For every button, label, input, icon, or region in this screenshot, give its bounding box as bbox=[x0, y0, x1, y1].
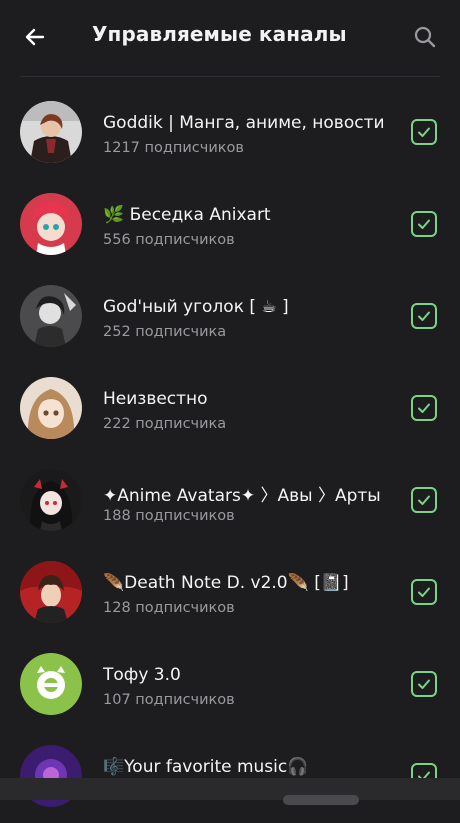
checkmark-icon bbox=[418, 679, 430, 689]
channel-avatar bbox=[20, 193, 82, 255]
channel-checkbox[interactable] bbox=[411, 579, 437, 605]
header-divider bbox=[20, 76, 440, 77]
channel-avatar bbox=[20, 377, 82, 439]
channel-row[interactable]: ✦Anime Avatars✦ 〉Авы 〉Арты 188 подписчик… bbox=[0, 455, 460, 547]
channel-list: Goddik | Манга, аниме, новости 1217 подп… bbox=[0, 87, 460, 823]
channel-row[interactable]: 🌿 Беседка Anixart 556 подписчиков bbox=[0, 179, 460, 271]
checkmark-icon bbox=[418, 495, 430, 505]
channel-avatar bbox=[20, 653, 82, 715]
channel-name: God'ный уголок [ ☕ ] bbox=[103, 297, 289, 317]
channel-avatar bbox=[20, 469, 82, 531]
subscriber-count: 107 подписчиков bbox=[103, 692, 235, 708]
channel-name: 🪶Death Note D. v2.0🪶 [📓] bbox=[103, 573, 349, 593]
channel-row[interactable]: Неизвестно 222 подписчика bbox=[0, 363, 460, 455]
subscriber-count: 252 подписчика bbox=[103, 324, 227, 340]
channel-avatar bbox=[20, 561, 82, 623]
channel-name: ✦Anime Avatars✦ 〉Авы 〉Арты bbox=[103, 486, 381, 506]
subscriber-count: 1217 подписчиков bbox=[103, 140, 244, 156]
search-button[interactable] bbox=[408, 20, 442, 54]
channel-checkbox[interactable] bbox=[411, 303, 437, 329]
bottom-sheet-edge bbox=[0, 778, 460, 800]
page-title: Управляемые каналы bbox=[92, 22, 347, 46]
checkmark-icon bbox=[418, 403, 430, 413]
channel-checkbox[interactable] bbox=[411, 211, 437, 237]
back-button[interactable] bbox=[18, 20, 52, 54]
arrow-left-icon bbox=[25, 28, 45, 46]
checkmark-icon bbox=[418, 311, 430, 321]
subscriber-count: 188 подписчиков bbox=[103, 508, 235, 524]
channel-row[interactable]: Тофу 3.0 107 подписчиков bbox=[0, 639, 460, 731]
channel-checkbox[interactable] bbox=[411, 671, 437, 697]
channel-avatar bbox=[20, 101, 82, 163]
channel-row[interactable]: 🎼Your favorite music🎧 bbox=[0, 731, 460, 823]
channel-row[interactable]: 🪶Death Note D. v2.0🪶 [📓] 128 подписчиков bbox=[0, 547, 460, 639]
channel-name: 🎼Your favorite music🎧 bbox=[103, 757, 309, 777]
channel-avatar bbox=[20, 285, 82, 347]
channel-name: Тофу 3.0 bbox=[103, 665, 181, 685]
channel-checkbox[interactable] bbox=[411, 487, 437, 513]
subscriber-count: 128 подписчиков bbox=[103, 600, 235, 616]
channel-row[interactable]: Goddik | Манга, аниме, новости 1217 подп… bbox=[0, 87, 460, 179]
bottom-handle[interactable] bbox=[283, 795, 359, 805]
checkmark-icon bbox=[418, 127, 430, 137]
channel-name: Неизвестно bbox=[103, 389, 208, 409]
checkmark-icon bbox=[418, 587, 430, 597]
top-bar: Управляемые каналы bbox=[0, 0, 460, 72]
checkmark-icon bbox=[418, 219, 430, 229]
channel-row[interactable]: God'ный уголок [ ☕ ] 252 подписчика bbox=[0, 271, 460, 363]
channel-checkbox[interactable] bbox=[411, 119, 437, 145]
search-icon bbox=[414, 26, 436, 48]
subscriber-count: 556 подписчиков bbox=[103, 232, 235, 248]
channel-name: Goddik | Манга, аниме, новости bbox=[103, 113, 385, 133]
channel-name: 🌿 Беседка Anixart bbox=[103, 205, 271, 225]
channel-checkbox[interactable] bbox=[411, 395, 437, 421]
subscriber-count: 222 подписчика bbox=[103, 416, 227, 432]
